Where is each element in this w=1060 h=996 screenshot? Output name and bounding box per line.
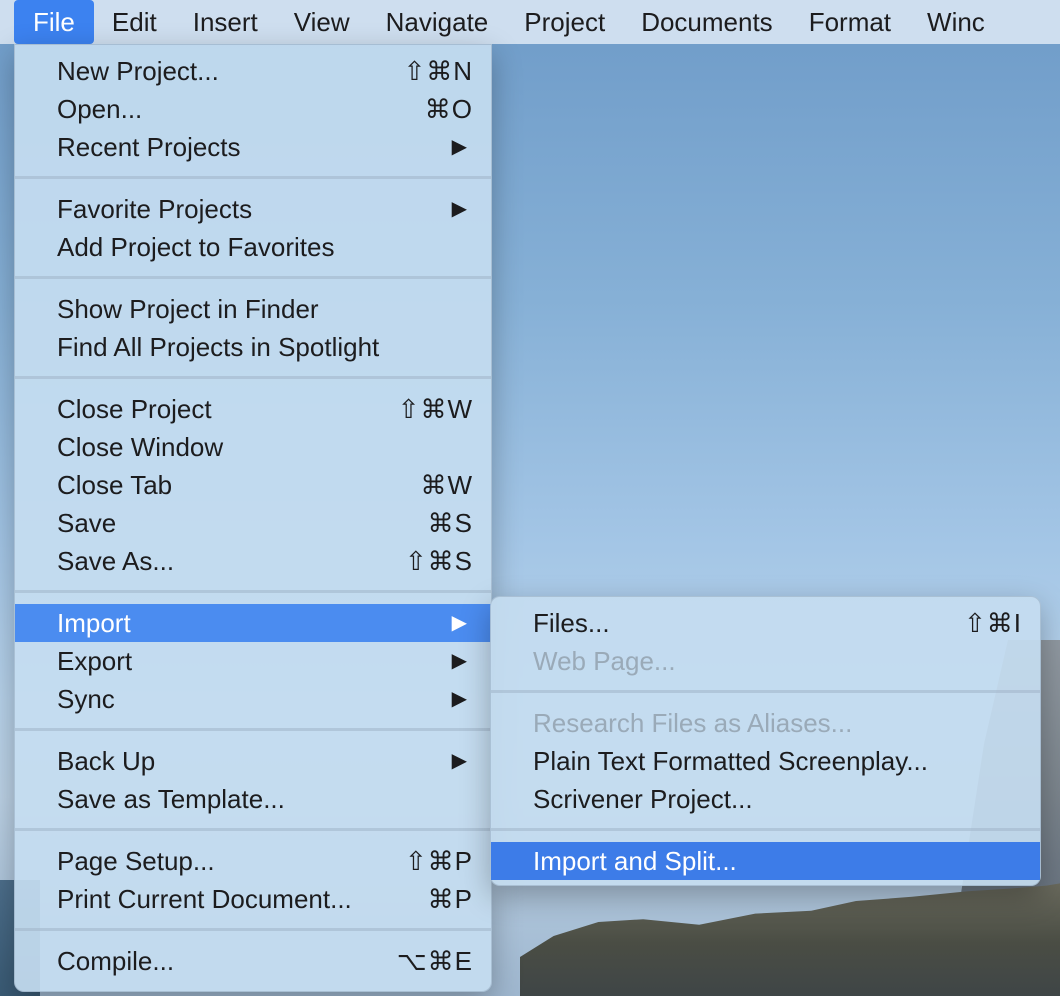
menu-item-label: Compile...	[57, 946, 175, 976]
menu-separator	[15, 818, 491, 842]
menu-project[interactable]: Project	[506, 0, 623, 44]
menu-item-save[interactable]: Save ⌘S	[15, 504, 491, 542]
menu-item-label: Close Window	[57, 432, 224, 462]
menu-item-label: Print Current Document...	[57, 884, 352, 914]
menu-item-label: Page Setup...	[57, 846, 215, 876]
menu-item-scrivener-project[interactable]: Scrivener Project...	[491, 780, 1040, 818]
menu-view[interactable]: View	[276, 0, 368, 44]
menu-separator	[15, 366, 491, 390]
menu-item-label: Save	[57, 508, 117, 538]
shortcut-label: ⇧⌘N	[403, 56, 473, 86]
menu-item-show-project-in-finder[interactable]: Show Project in Finder	[15, 290, 491, 328]
menu-item-label: Add Project to Favorites	[57, 232, 335, 262]
menu-format[interactable]: Format	[791, 0, 909, 44]
submenu-arrow-icon: ▶	[451, 750, 467, 772]
menu-item-label: Export	[57, 646, 133, 676]
menu-item-back-up[interactable]: Back Up ▶	[15, 742, 491, 780]
menu-item-label: Import	[57, 608, 131, 638]
submenu-arrow-icon: ▶	[451, 136, 467, 158]
menu-item-label: Save as Template...	[57, 784, 285, 814]
menu-item-recent-projects[interactable]: Recent Projects ▶	[15, 128, 491, 166]
menu-item-import-web-page: Web Page...	[491, 642, 1040, 680]
shortcut-label: ⌥⌘E	[396, 946, 473, 976]
menu-separator	[15, 166, 491, 190]
menu-item-label: New Project...	[57, 56, 219, 86]
menu-item-import[interactable]: Import ▶	[15, 604, 491, 642]
menu-item-plain-text-screenplay[interactable]: Plain Text Formatted Screenplay...	[491, 742, 1040, 780]
menu-separator	[491, 818, 1040, 842]
menu-item-open[interactable]: Open... ⌘O	[15, 90, 491, 128]
menu-item-research-files-as-aliases: Research Files as Aliases...	[491, 704, 1040, 742]
shortcut-label: ⇧⌘P	[404, 846, 473, 876]
menu-item-label: Find All Projects in Spotlight	[57, 332, 380, 362]
shortcut-label: ⇧⌘W	[397, 394, 473, 424]
menu-item-label: Plain Text Formatted Screenplay...	[533, 746, 929, 776]
menu-item-label: Scrivener Project...	[533, 784, 753, 814]
shortcut-label: ⌘W	[420, 470, 473, 500]
menu-item-label: Recent Projects	[57, 132, 241, 162]
shortcut-label: ⌘O	[424, 94, 473, 124]
menu-item-find-all-projects[interactable]: Find All Projects in Spotlight	[15, 328, 491, 366]
menu-edit[interactable]: Edit	[94, 0, 175, 44]
menu-item-close-project[interactable]: Close Project ⇧⌘W	[15, 390, 491, 428]
menu-separator	[15, 718, 491, 742]
shortcut-label: ⌘P	[427, 884, 473, 914]
menu-item-import-and-split[interactable]: Import and Split...	[491, 842, 1040, 880]
menu-item-import-files[interactable]: Files... ⇧⌘I	[491, 604, 1040, 642]
menu-window[interactable]: Winc	[909, 0, 1003, 44]
menu-item-save-as[interactable]: Save As... ⇧⌘S	[15, 542, 491, 580]
menu-item-favorite-projects[interactable]: Favorite Projects ▶	[15, 190, 491, 228]
menu-navigate[interactable]: Navigate	[368, 0, 507, 44]
menu-bar: File Edit Insert View Navigate Project D…	[0, 0, 1060, 44]
menu-item-new-project[interactable]: New Project... ⇧⌘N	[15, 52, 491, 90]
submenu-arrow-icon: ▶	[451, 650, 467, 672]
shortcut-label: ⇧⌘I	[963, 608, 1022, 638]
menu-item-label: Save As...	[57, 546, 175, 576]
menu-item-label: Back Up	[57, 746, 156, 776]
menu-item-export[interactable]: Export ▶	[15, 642, 491, 680]
menu-item-save-as-template[interactable]: Save as Template...	[15, 780, 491, 818]
menu-separator	[15, 580, 491, 604]
menu-item-label: Files...	[533, 608, 610, 638]
menu-file[interactable]: File	[14, 0, 94, 44]
menu-item-page-setup[interactable]: Page Setup... ⇧⌘P	[15, 842, 491, 880]
menu-item-close-tab[interactable]: Close Tab ⌘W	[15, 466, 491, 504]
menu-item-sync[interactable]: Sync ▶	[15, 680, 491, 718]
menu-item-label: Favorite Projects	[57, 194, 253, 224]
menu-item-label: Import and Split...	[533, 846, 737, 876]
shortcut-label: ⇧⌘S	[404, 546, 473, 576]
submenu-arrow-icon: ▶	[451, 198, 467, 220]
menu-separator	[15, 918, 491, 942]
menu-item-compile[interactable]: Compile... ⌥⌘E	[15, 942, 491, 980]
menu-item-label: Show Project in Finder	[57, 294, 319, 324]
shortcut-label: ⌘S	[427, 508, 473, 538]
menu-item-label: Open...	[57, 94, 143, 124]
menu-item-label: Close Project	[57, 394, 212, 424]
submenu-arrow-icon: ▶	[451, 688, 467, 710]
menu-insert[interactable]: Insert	[175, 0, 276, 44]
import-submenu: Files... ⇧⌘I Web Page... Research Files …	[490, 596, 1041, 886]
menu-separator	[15, 266, 491, 290]
file-menu: New Project... ⇧⌘N Open... ⌘O Recent Pro…	[14, 44, 492, 992]
menu-item-close-window[interactable]: Close Window	[15, 428, 491, 466]
menu-item-label: Sync	[57, 684, 115, 714]
wallpaper-island	[520, 880, 1060, 996]
menu-documents[interactable]: Documents	[623, 0, 791, 44]
menu-item-add-project-to-favorites[interactable]: Add Project to Favorites	[15, 228, 491, 266]
menu-separator	[491, 680, 1040, 704]
menu-item-label: Research Files as Aliases...	[533, 708, 853, 738]
submenu-arrow-icon: ▶	[451, 612, 467, 634]
menu-item-label: Web Page...	[533, 646, 676, 676]
menu-item-label: Close Tab	[57, 470, 173, 500]
menu-item-print-current-document[interactable]: Print Current Document... ⌘P	[15, 880, 491, 918]
